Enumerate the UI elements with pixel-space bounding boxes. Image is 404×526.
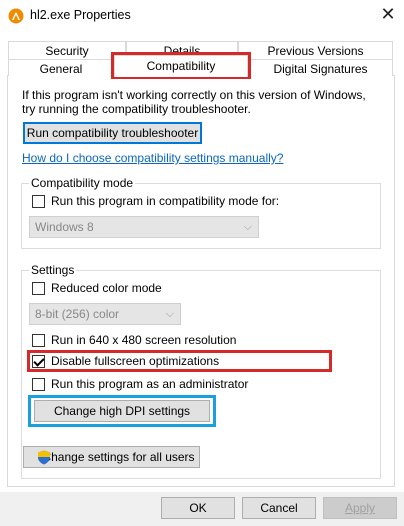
chevron-down-icon: ⌵ <box>165 308 174 320</box>
tab-security[interactable]: Security <box>8 41 126 59</box>
tab-previous-versions[interactable]: Previous Versions <box>238 41 393 59</box>
change-all-users-label: Change settings for all users <box>42 450 195 464</box>
compatibility-mode-label: Compatibility mode <box>29 176 136 190</box>
close-icon[interactable]: ✕ <box>377 4 399 26</box>
apply-button[interactable]: Apply <box>323 497 397 519</box>
run-admin-checkbox[interactable] <box>32 378 45 391</box>
run-admin-label: Run this program as an administrator <box>51 377 249 391</box>
compat-os-select[interactable]: Windows 8 ⌵ <box>29 216 259 238</box>
highlight-change-dpi <box>28 395 216 427</box>
chevron-down-icon: ⌵ <box>243 221 252 233</box>
ok-button[interactable]: OK <box>161 497 235 519</box>
cancel-button[interactable]: Cancel <box>242 497 316 519</box>
settings-label: Settings <box>29 263 77 277</box>
intro-line-1: If this program isn't working correctly … <box>22 88 366 102</box>
intro-line-2: try running the compatibility troublesho… <box>22 102 251 116</box>
reduced-color-label: Reduced color mode <box>51 281 162 295</box>
window-title: hl2.exe Properties <box>30 8 131 22</box>
compat-mode-checkbox-label: Run this program in compatibility mode f… <box>51 194 280 208</box>
manual-settings-link[interactable]: How do I choose compatibility settings m… <box>22 151 283 166</box>
title-bar: hl2.exe Properties ✕ <box>0 0 404 32</box>
reduced-color-checkbox[interactable] <box>32 282 45 295</box>
tab-compatibility[interactable]: Compatibility <box>114 55 248 77</box>
color-depth-select[interactable]: 8-bit (256) color ⌵ <box>29 303 181 325</box>
run-640-label: Run in 640 x 480 screen resolution <box>51 333 237 347</box>
compat-os-select-value: Windows 8 <box>35 220 94 234</box>
color-depth-select-value: 8-bit (256) color <box>35 307 120 321</box>
tab-digital-signatures[interactable]: Digital Signatures <box>248 59 393 76</box>
change-all-users-button[interactable]: Change settings for all users <box>23 446 200 468</box>
run-640-checkbox[interactable] <box>32 334 45 347</box>
tab-general[interactable]: General <box>8 59 114 76</box>
run-troubleshooter-button[interactable]: Run compatibility troubleshooter <box>23 122 202 144</box>
shield-icon <box>38 450 50 465</box>
highlight-disable-fullscreen <box>27 350 332 372</box>
compat-mode-checkbox[interactable] <box>32 195 45 208</box>
apply-label: Apply <box>344 501 376 515</box>
half-life-lambda-icon <box>8 8 24 24</box>
